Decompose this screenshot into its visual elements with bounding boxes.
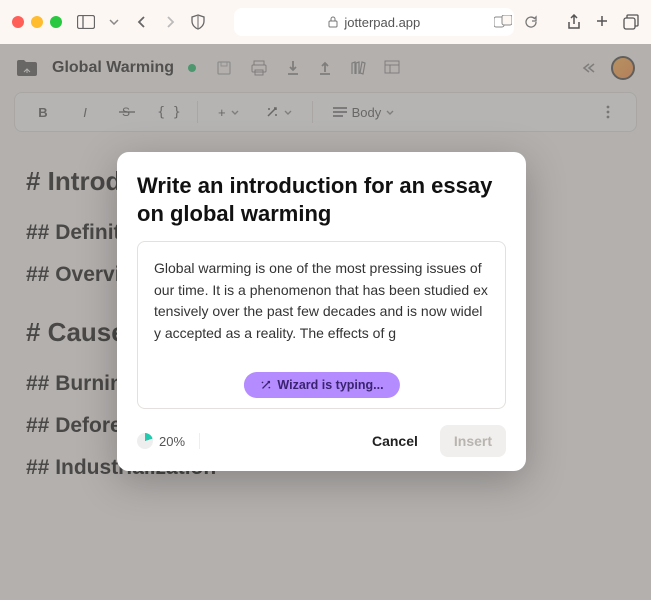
progress-indicator: 20% [137, 433, 200, 449]
maximize-window-icon[interactable] [50, 16, 62, 28]
generated-text-box: Global warming is one of the most pressi… [137, 241, 506, 409]
cancel-button[interactable]: Cancel [358, 425, 432, 457]
shield-icon[interactable] [188, 14, 208, 30]
browser-chrome: jotterpad.app [0, 0, 651, 44]
back-icon[interactable] [132, 15, 152, 29]
typing-indicator: Wizard is typing... [243, 372, 399, 398]
share-icon[interactable] [567, 14, 581, 30]
reload-icon[interactable] [521, 15, 541, 29]
minimize-window-icon[interactable] [31, 16, 43, 28]
forward-icon[interactable] [160, 15, 180, 29]
lock-icon [328, 16, 338, 28]
url-bar[interactable]: jotterpad.app [234, 8, 514, 36]
generated-text: Global warming is one of the most pressi… [154, 258, 489, 345]
chevron-down-icon[interactable] [104, 19, 124, 25]
progress-pie-icon [137, 433, 153, 449]
sidebar-toggle-icon[interactable] [76, 15, 96, 29]
new-tab-icon[interactable] [595, 14, 609, 30]
url-text: jotterpad.app [344, 15, 420, 30]
tabs-icon[interactable] [623, 14, 639, 30]
translate-icon[interactable] [493, 15, 513, 29]
close-window-icon[interactable] [12, 16, 24, 28]
insert-button[interactable]: Insert [440, 425, 506, 457]
ai-wizard-modal: Write an introduction for an essay on gl… [117, 152, 526, 471]
window-controls [12, 16, 62, 28]
modal-title: Write an introduction for an essay on gl… [137, 172, 506, 227]
